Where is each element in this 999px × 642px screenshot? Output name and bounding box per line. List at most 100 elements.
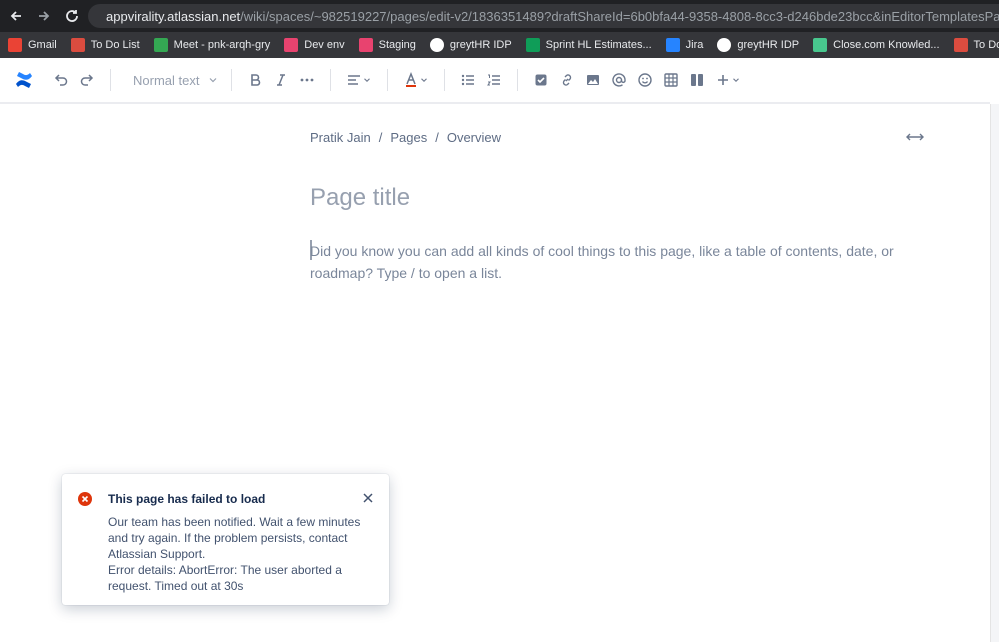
text-style-label: Normal text (133, 72, 200, 88)
bookmark-label: Meet - pnk-arqh-gry (173, 39, 271, 51)
meet-icon (153, 38, 168, 52)
close-icon[interactable] (362, 492, 374, 504)
bookmark-item[interactable]: Meet - pnk-arqh-gry (153, 38, 271, 52)
undo-button[interactable] (48, 66, 74, 94)
more-icon (300, 78, 314, 82)
table-icon (664, 73, 678, 87)
bullet-list-icon (461, 74, 474, 86)
bookmark-item[interactable]: Close.com Knowled... (813, 38, 940, 52)
page-scrollbar[interactable] (990, 104, 999, 642)
forward-button[interactable] (32, 4, 56, 28)
error-details: Error details: AbortError: The user abor… (108, 563, 342, 593)
toolbar-divider (110, 69, 111, 91)
bookmarks-bar: Gmail To Do List Meet - pnk-arqh-gry Dev en… (0, 32, 999, 58)
browser-top-bar: appvirality.atlassian.net/wiki/spaces/~9… (0, 0, 999, 32)
link-icon (562, 74, 572, 86)
bookmark-item[interactable]: Dev env (284, 38, 345, 52)
todo-icon (953, 38, 968, 52)
full-width-toggle-icon[interactable] (906, 131, 924, 143)
gmail-icon (8, 38, 22, 52)
italic-button[interactable] (268, 66, 294, 94)
bookmark-label: greytHR IDP (737, 39, 800, 51)
insert-dropdown[interactable] (710, 66, 746, 94)
numbered-list-button[interactable] (481, 66, 507, 94)
forward-arrow-icon (39, 11, 50, 21)
todo-icon (70, 38, 85, 52)
url-path: /wiki/spaces/~982519227/pages/edit-v2/18… (240, 8, 999, 24)
back-button[interactable] (4, 4, 28, 28)
undo-icon (54, 74, 68, 86)
greythr-icon (717, 38, 732, 52)
bookmark-label: To Do (973, 39, 999, 51)
bookmark-label: Sprint HL Estimates... (545, 39, 652, 51)
breadcrumb-space[interactable]: Pratik Jain (310, 130, 371, 145)
bullet-list-button[interactable] (455, 66, 481, 94)
chevron-down-icon (210, 78, 217, 83)
error-icon (78, 492, 92, 506)
error-title: This page has failed to load (108, 492, 266, 506)
bookmark-item[interactable]: greytHR IDP (429, 38, 512, 52)
emoji-icon (638, 73, 652, 87)
image-button[interactable] (580, 66, 606, 94)
toolbar-divider (517, 69, 518, 91)
mention-icon (612, 73, 626, 87)
breadcrumb-overview[interactable]: Overview (447, 130, 501, 145)
chevron-down-icon (421, 78, 427, 83)
bold-button[interactable] (242, 66, 268, 94)
address-bar[interactable]: appvirality.atlassian.net/wiki/spaces/~9… (88, 4, 999, 28)
bookmark-label: Dev env (304, 39, 345, 51)
italic-icon (277, 74, 285, 86)
mention-button[interactable] (606, 66, 632, 94)
chevron-down-icon (364, 78, 370, 83)
close-icon (813, 38, 828, 52)
action-item-button[interactable] (528, 66, 554, 94)
page-body-editor[interactable]: Did you know you can add all kinds of co… (310, 240, 930, 284)
back-arrow-icon (10, 11, 21, 21)
more-formatting-button[interactable] (294, 66, 320, 94)
dev-icon (284, 38, 299, 52)
jira-icon (665, 38, 680, 52)
page-title-input[interactable]: Page title (310, 184, 410, 212)
layouts-button[interactable] (684, 66, 710, 94)
reload-button[interactable] (60, 4, 84, 28)
toolbar-divider (444, 69, 445, 91)
editor-toolbar: Normal text (0, 58, 990, 104)
toolbar-divider (231, 69, 232, 91)
bookmark-label: Staging (378, 39, 416, 51)
toolbar-divider (387, 69, 388, 91)
text-color-dropdown[interactable] (398, 66, 434, 94)
bookmark-label: greytHR IDP (449, 39, 512, 51)
bookmark-item[interactable]: To Do List (70, 38, 140, 52)
confluence-logo-icon (16, 72, 32, 88)
breadcrumb-pages[interactable]: Pages (390, 130, 427, 145)
bookmark-item[interactable]: Sprint HL Estimates... (525, 38, 652, 52)
error-message-main: Our team has been notified. Wait a few m… (108, 515, 361, 561)
bookmark-label: Jira (685, 39, 704, 51)
confluence-logo[interactable] (0, 66, 48, 94)
redo-button[interactable] (74, 66, 100, 94)
plus-icon (718, 75, 728, 85)
text-style-dropdown[interactable]: Normal text (121, 66, 221, 94)
reload-icon (66, 10, 78, 22)
checkbox-icon (535, 74, 547, 86)
layout-columns-icon (691, 74, 703, 86)
numbered-list-icon (487, 74, 500, 86)
bookmark-label: To Do List (90, 39, 140, 51)
text-color-icon (406, 72, 416, 87)
bookmark-item[interactable]: To Do (953, 38, 999, 52)
breadcrumb: Pratik Jain / Pages / Overview (310, 130, 509, 145)
align-left-icon (348, 75, 360, 85)
bold-icon (251, 74, 261, 86)
emoji-button[interactable] (632, 66, 658, 94)
bookmark-item[interactable]: Staging (358, 38, 416, 52)
image-icon (587, 75, 599, 85)
bookmark-label: Close.com Knowled... (833, 39, 940, 51)
bookmark-item[interactable]: greytHR IDP (717, 38, 799, 52)
redo-icon (80, 74, 94, 86)
staging-icon (358, 38, 373, 52)
bookmark-item[interactable]: Gmail (8, 38, 57, 52)
link-button[interactable] (554, 66, 580, 94)
alignment-dropdown[interactable] (341, 66, 377, 94)
table-button[interactable] (658, 66, 684, 94)
bookmark-item[interactable]: Jira (665, 38, 704, 52)
